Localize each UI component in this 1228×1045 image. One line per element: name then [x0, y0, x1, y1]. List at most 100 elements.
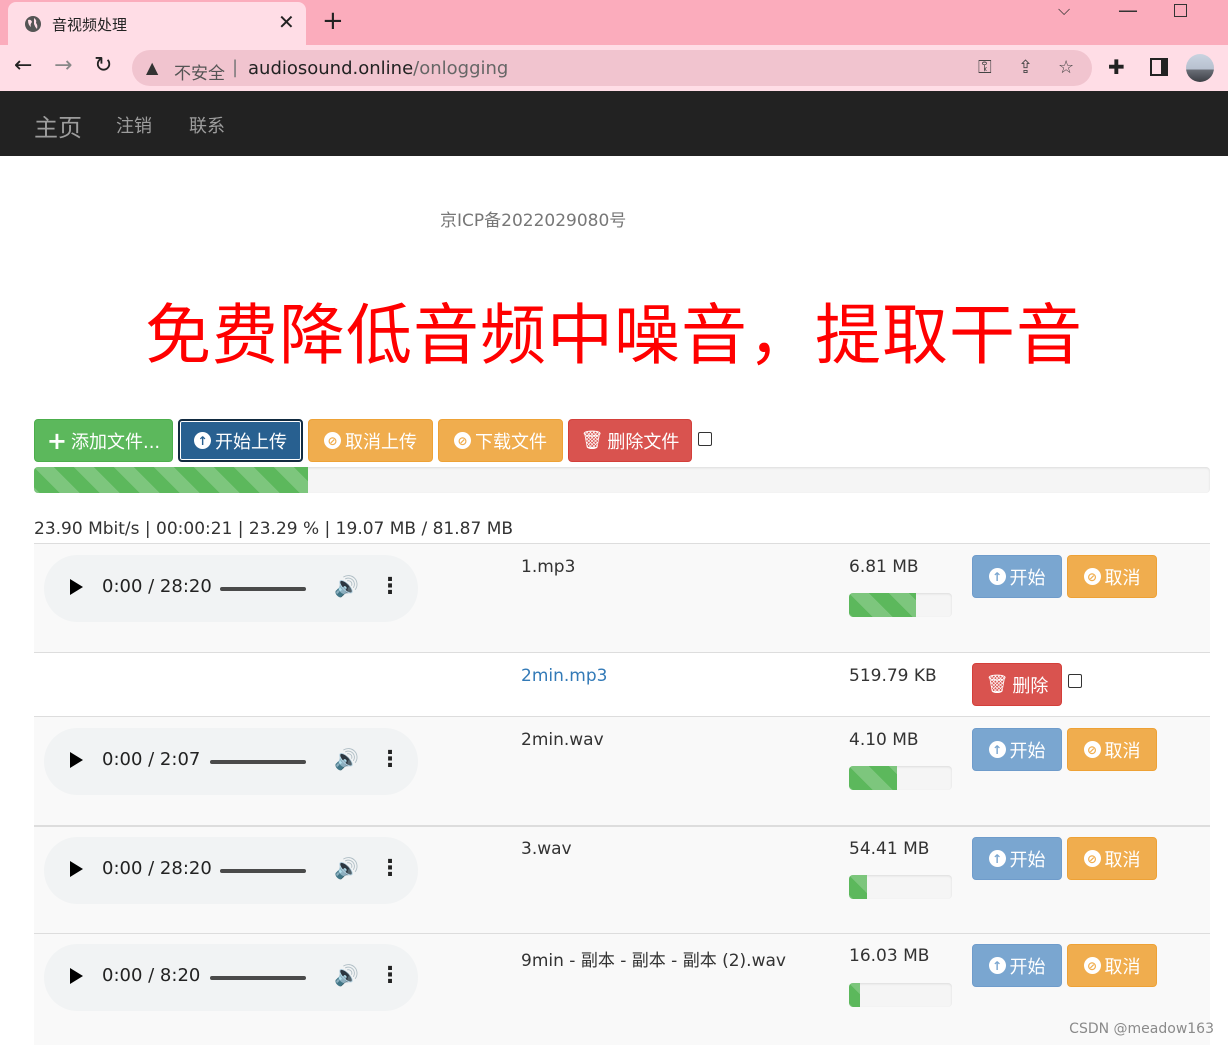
chevron-down-icon[interactable]: ⌵: [1058, 0, 1070, 20]
file-size: 16.03 MB: [849, 946, 930, 966]
delete-button[interactable]: 🗑 删除: [972, 663, 1062, 706]
global-progress-bar: [34, 467, 308, 493]
browser-tab[interactable]: 音视频处理 ✕: [8, 2, 306, 45]
file-size: 54.41 MB: [849, 839, 930, 859]
start-button[interactable]: ↑ 开始: [972, 944, 1062, 987]
start-button[interactable]: ↑ 开始: [972, 555, 1062, 598]
file-row: 0:00 / 28:20 🔊 ⋮ 3.wav 54.41 MB ↑ 开始 ⊘ 取…: [34, 825, 1210, 933]
upload-circle-icon: ↑: [988, 741, 1006, 758]
share-icon[interactable]: ⇪: [1018, 57, 1033, 78]
address-bar-row: ← → ↻ ▲ 不安全 | audiosound.online/onloggin…: [0, 45, 1228, 91]
globe-icon: [25, 16, 41, 32]
audio-player[interactable]: 0:00 / 2:07 🔊 ⋮: [44, 728, 418, 795]
ban-icon: ⊘: [1083, 741, 1101, 758]
cancel-button[interactable]: ⊘ 取消: [1067, 837, 1157, 880]
file-size: 4.10 MB: [849, 730, 919, 750]
audio-seek-bar[interactable]: [210, 976, 306, 980]
audio-seek-bar[interactable]: [220, 869, 306, 873]
audio-player[interactable]: 0:00 / 28:20 🔊 ⋮: [44, 837, 418, 904]
volume-icon[interactable]: 🔊: [334, 856, 359, 880]
play-icon[interactable]: [70, 861, 83, 877]
icp-license[interactable]: 京ICP备2022029080号: [440, 206, 626, 231]
ban-icon: ⊘: [1083, 957, 1101, 974]
play-icon[interactable]: [70, 579, 83, 595]
start-upload-button[interactable]: ↑ 开始上传: [178, 419, 303, 462]
watermark: CSDN @meadow163: [1069, 1021, 1214, 1037]
play-icon[interactable]: [70, 968, 83, 984]
file-name: 1.mp3: [521, 557, 576, 577]
cancel-button[interactable]: ⊘ 取消: [1067, 555, 1157, 598]
more-options-icon[interactable]: ⋮: [379, 963, 401, 988]
nav-contact[interactable]: 联系: [189, 112, 225, 138]
upload-circle-icon: ↑: [988, 957, 1006, 974]
upload-stats: 23.90 Mbit/s | 00:00:21 | 23.29 % | 19.0…: [34, 519, 514, 539]
page-headline: 免费降低音频中噪音，提取干音: [145, 297, 1083, 374]
audio-time: 0:00 / 8:20: [102, 965, 201, 986]
cancel-label: 取消: [1104, 956, 1141, 978]
reload-icon[interactable]: ↻: [94, 53, 112, 78]
start-label: 开始: [1009, 849, 1046, 871]
start-button[interactable]: ↑ 开始: [972, 728, 1062, 771]
cancel-button[interactable]: ⊘ 取消: [1067, 728, 1157, 771]
star-icon[interactable]: ☆: [1058, 57, 1074, 78]
file-progress: [849, 875, 952, 899]
maximize-icon[interactable]: [1174, 4, 1187, 17]
url-text: audiosound.online/onlogging: [248, 58, 508, 79]
site-navbar: 主页 注销 联系: [0, 91, 1228, 156]
close-tab-icon[interactable]: ✕: [278, 10, 295, 34]
volume-icon[interactable]: 🔊: [334, 747, 359, 771]
ban-icon: ⊘: [324, 432, 341, 449]
cancel-upload-button[interactable]: ⊘ 取消上传: [308, 419, 433, 462]
audio-seek-bar[interactable]: [210, 760, 306, 764]
key-icon[interactable]: ⚿: [978, 57, 992, 78]
add-files-button[interactable]: + 添加文件...: [34, 419, 173, 462]
file-size: 6.81 MB: [849, 557, 919, 577]
select-all-checkbox[interactable]: [698, 432, 712, 446]
delete-label: 删除: [1012, 675, 1049, 697]
more-options-icon[interactable]: ⋮: [379, 856, 401, 881]
audio-time: 0:00 / 2:07: [102, 749, 201, 770]
audio-seek-bar[interactable]: [220, 587, 306, 591]
start-upload-label: 开始上传: [215, 431, 287, 453]
cancel-label: 取消: [1104, 567, 1141, 589]
tab-title: 音视频处理: [52, 16, 128, 34]
audio-player[interactable]: 0:00 / 28:20 🔊 ⋮: [44, 555, 418, 622]
delete-files-button[interactable]: 🗑 删除文件: [568, 419, 692, 462]
play-icon[interactable]: [70, 752, 83, 768]
more-options-icon[interactable]: ⋮: [379, 747, 401, 772]
divider: |: [232, 57, 239, 78]
start-label: 开始: [1009, 956, 1046, 978]
file-progress-bar: [849, 875, 867, 899]
upload-circle-icon: ↑: [988, 850, 1006, 867]
profile-avatar[interactable]: [1186, 54, 1214, 82]
cancel-button[interactable]: ⊘ 取消: [1067, 944, 1157, 987]
more-options-icon[interactable]: ⋮: [379, 574, 401, 599]
file-progress-bar: [849, 766, 898, 790]
volume-icon[interactable]: 🔊: [334, 574, 359, 598]
back-arrow-icon[interactable]: ←: [14, 53, 32, 78]
side-panel-icon[interactable]: [1150, 58, 1168, 76]
forward-arrow-icon[interactable]: →: [54, 53, 72, 78]
global-progress: [34, 467, 1210, 493]
nav-logout[interactable]: 注销: [116, 112, 152, 138]
file-select-checkbox[interactable]: [1068, 674, 1082, 688]
file-row: 0:00 / 8:20 🔊 ⋮ 9min - 副本 - 副本 - 副本 (2).…: [34, 933, 1210, 1045]
file-progress: [849, 593, 952, 617]
url-field[interactable]: ▲ 不安全 | audiosound.online/onlogging ⚿ ⇪ …: [132, 50, 1092, 86]
minimize-icon[interactable]: —: [1118, 0, 1138, 22]
new-tab-icon[interactable]: +: [322, 6, 344, 36]
file-row: 0:00 / 28:20 🔊 ⋮ 1.mp3 6.81 MB ↑ 开始 ⊘ 取消: [34, 543, 1210, 652]
delete-files-label: 删除文件: [607, 431, 680, 453]
trash-icon: 🗑: [580, 430, 604, 451]
volume-icon[interactable]: 🔊: [334, 963, 359, 987]
nav-home[interactable]: 主页: [34, 108, 82, 143]
extensions-icon[interactable]: ✚: [1108, 55, 1125, 79]
audio-player[interactable]: 0:00 / 8:20 🔊 ⋮: [44, 944, 418, 1011]
file-name: 3.wav: [521, 839, 572, 859]
file-link[interactable]: 2min.mp3: [521, 666, 607, 686]
ban-icon: ⊘: [1083, 850, 1101, 867]
download-files-button[interactable]: ⊘ 下载文件: [438, 419, 563, 462]
download-files-label: 下载文件: [475, 431, 547, 453]
start-button[interactable]: ↑ 开始: [972, 837, 1062, 880]
trash-icon: 🗑: [985, 674, 1009, 695]
